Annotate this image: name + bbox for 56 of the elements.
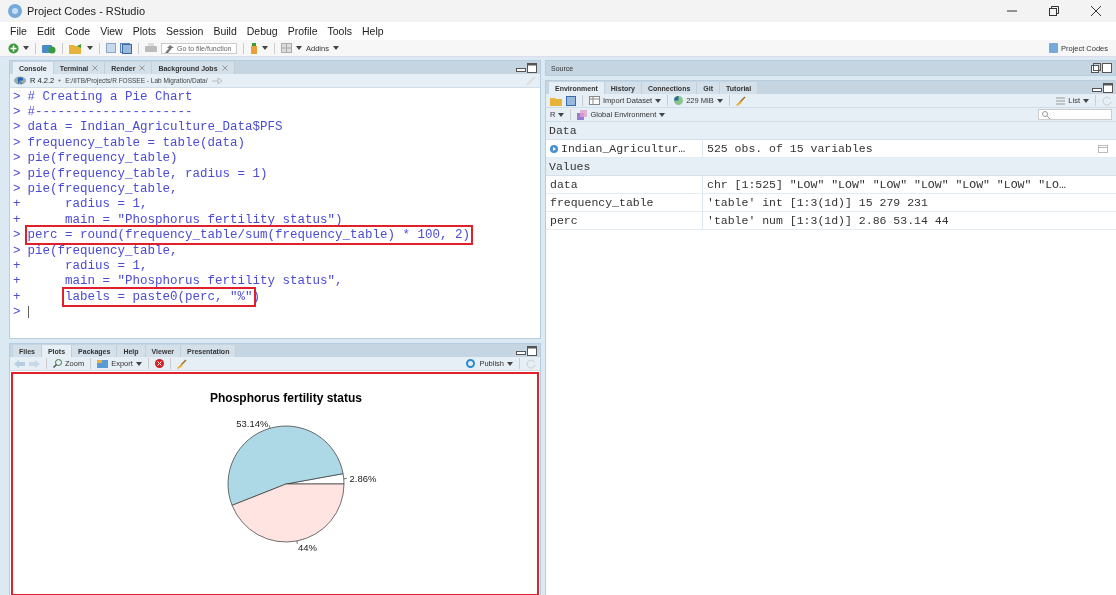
variable-value: 'table' int [1:3(1d)] 15 279 231 bbox=[707, 196, 928, 209]
menu-item[interactable]: View bbox=[100, 25, 123, 37]
menu-item[interactable]: Debug bbox=[246, 25, 278, 37]
console-code: ) bbox=[252, 289, 261, 304]
console-prompt: > bbox=[13, 182, 21, 197]
highlighted-code: labels = paste0(perc, "%" bbox=[65, 289, 253, 304]
section-header: Values bbox=[546, 158, 1116, 176]
console-code: pie(frequency_table, bbox=[27, 182, 178, 197]
variable-value: chr [1:525] "LOW" "LOW" "LOW" "LOW" "LOW" "LOW" "LO… bbox=[707, 178, 1066, 191]
menu-item[interactable]: Help bbox=[362, 25, 384, 37]
menu-item[interactable]: Tools bbox=[327, 25, 352, 37]
console-code: main = "Phosphorus fertility status", bbox=[65, 274, 343, 289]
menu-item[interactable]: Plots bbox=[132, 25, 157, 37]
console-code: pie(frequency_table) bbox=[27, 151, 178, 166]
console-prompt: > bbox=[13, 151, 21, 166]
console-code: radius = 1, bbox=[65, 197, 148, 212]
section-header: Data bbox=[546, 122, 1116, 140]
console-prompt: > bbox=[13, 135, 21, 150]
console-prompt: > bbox=[13, 89, 21, 104]
menu-item[interactable]: Code bbox=[65, 25, 91, 37]
menu-item[interactable]: File bbox=[10, 25, 27, 37]
console-prompt: > bbox=[13, 243, 21, 258]
console-code: main = "Phosphorus fertility status") bbox=[65, 212, 343, 227]
console-prompt: + bbox=[13, 212, 21, 227]
console-prompt: > bbox=[13, 228, 21, 243]
variable-value: 'table' num [1:3(1d)] 2.86 53.14 44 bbox=[707, 214, 949, 227]
console-code: pie(frequency_table, bbox=[27, 243, 178, 258]
console-code: pie(frequency_table, radius = 1) bbox=[27, 166, 268, 181]
menu-item[interactable]: Build bbox=[213, 25, 237, 37]
console-prompt: + bbox=[13, 197, 21, 212]
menu-item[interactable]: Session bbox=[166, 25, 204, 37]
console-code: # Creating a Pie Chart bbox=[27, 89, 193, 104]
console-code: #--------------------- bbox=[27, 105, 193, 120]
highlighted-code: perc = round(frequency_table/sum(frequency_table) * 100, 2) bbox=[27, 228, 471, 243]
console-prompt: + bbox=[13, 289, 21, 304]
window-title: Project Codes - RStudio bbox=[27, 5, 145, 17]
variable-name: data bbox=[550, 178, 578, 191]
variable-value: 525 obs. of 15 variables bbox=[707, 142, 873, 155]
console-code: data = Indian_Agriculture_Data$PFS bbox=[27, 120, 283, 135]
console-prompt: > bbox=[13, 166, 21, 181]
console-code: frequency_table = table(data) bbox=[27, 135, 246, 150]
console-prompt: > bbox=[13, 105, 21, 120]
menu-item[interactable]: Profile bbox=[287, 25, 318, 37]
slice-label: 44% bbox=[297, 541, 317, 553]
menu-item[interactable]: Edit bbox=[36, 25, 55, 37]
variable-name: Indian_Agricultur… bbox=[561, 142, 686, 155]
console-prompt: + bbox=[13, 274, 21, 289]
variable-name: frequency_table bbox=[550, 196, 654, 209]
console-prompt: + bbox=[13, 259, 21, 273]
console-prompt: > bbox=[13, 120, 21, 135]
console-prompt: > bbox=[13, 305, 21, 320]
slice-label: 53.14% bbox=[236, 417, 269, 429]
console-code: radius = 1, bbox=[65, 259, 148, 273]
chart-title: Phosphorus fertility status bbox=[210, 391, 362, 405]
variable-name: perc bbox=[550, 214, 578, 227]
slice-label: 2.86% bbox=[349, 473, 377, 485]
